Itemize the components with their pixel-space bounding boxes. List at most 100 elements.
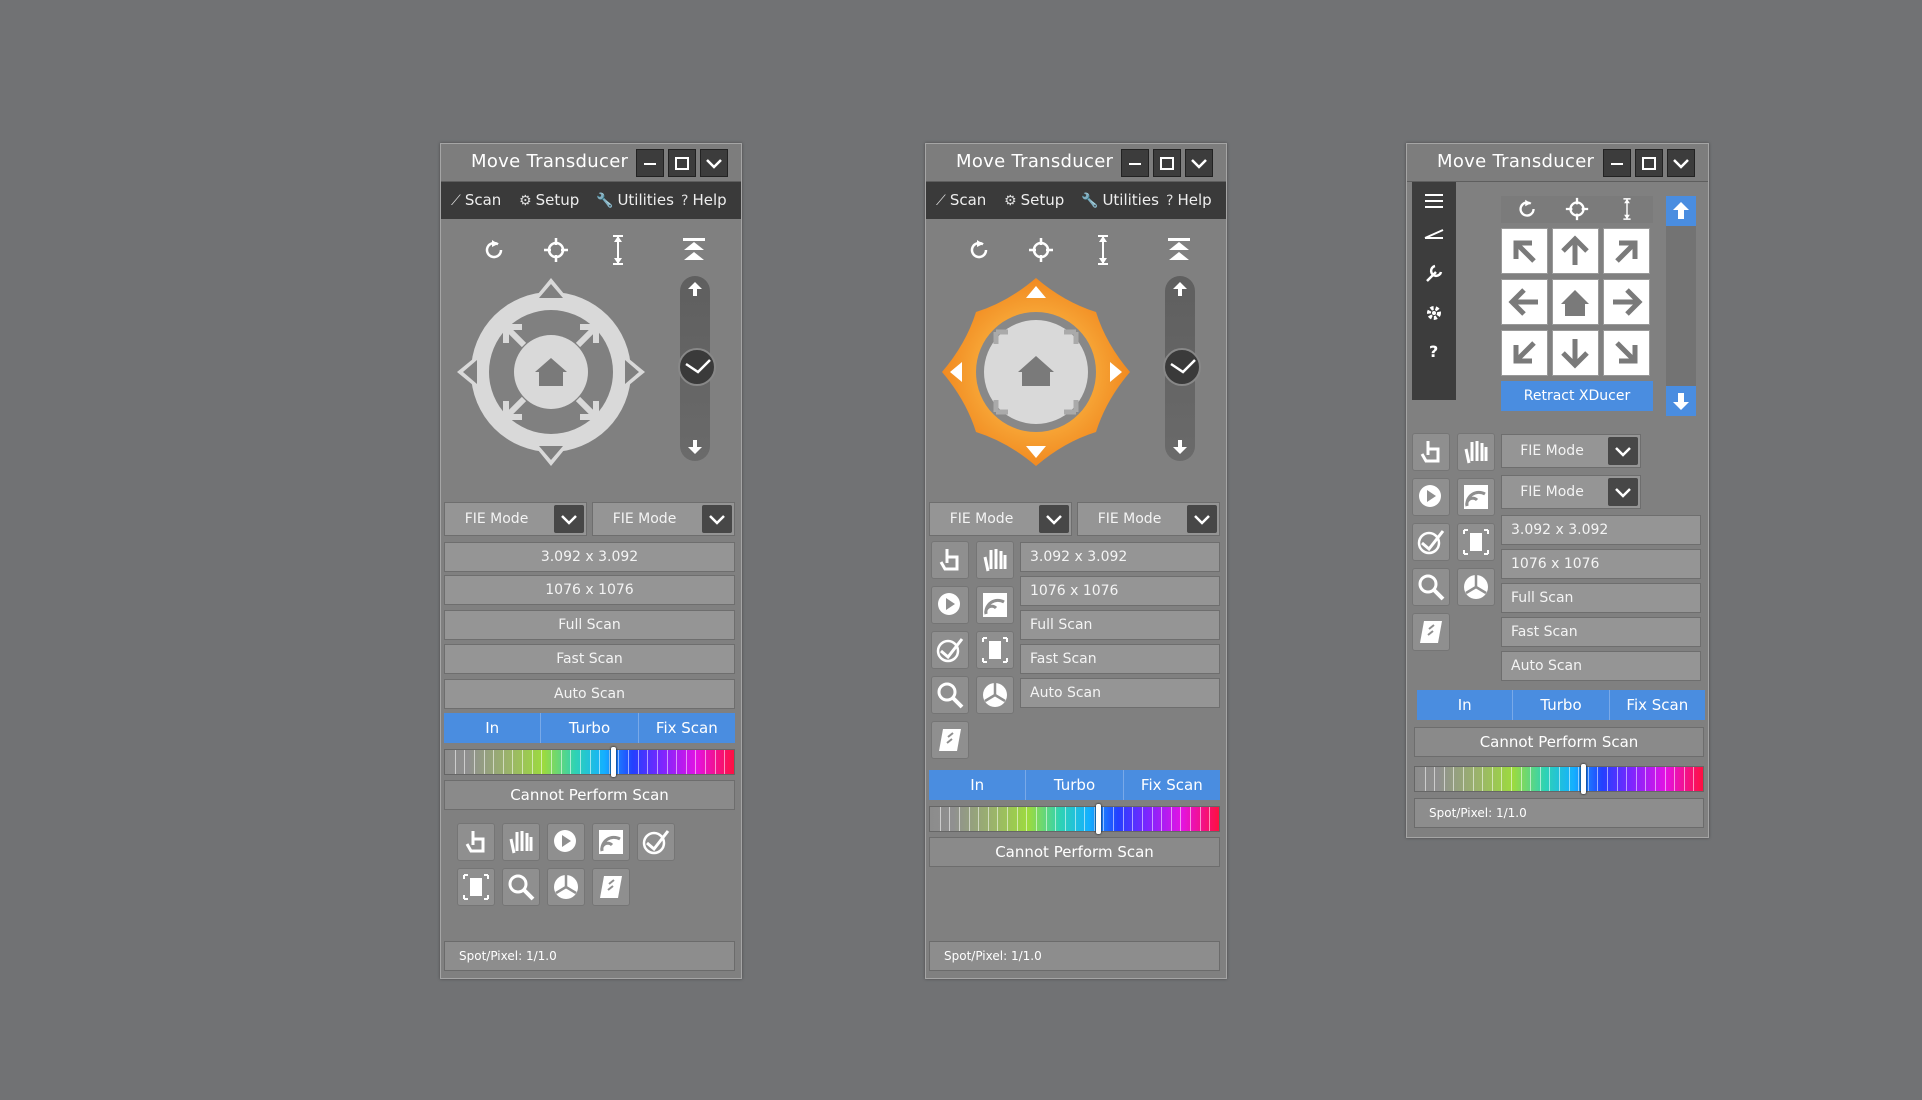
retract-top-icon[interactable] [1165, 236, 1193, 264]
joystick-control[interactable] [451, 272, 651, 472]
segment-turbo[interactable]: Turbo [1513, 690, 1610, 720]
minimize-button[interactable] [1603, 149, 1631, 177]
fast-scan-button[interactable]: Fast Scan [1020, 644, 1220, 674]
target-icon[interactable] [1564, 196, 1590, 222]
minimize-button[interactable] [1121, 149, 1149, 177]
segment-in[interactable]: In [929, 770, 1027, 800]
finger-touch-button[interactable] [457, 823, 495, 861]
signal-button[interactable] [1457, 478, 1495, 516]
menu-scan[interactable]: ⟋ Scan [451, 191, 501, 209]
move-down-left-button[interactable] [1501, 330, 1548, 376]
collapse-button[interactable] [1667, 149, 1695, 177]
menu-help[interactable]: ? Help [681, 191, 727, 209]
scan-size-field[interactable]: 3.092 x 3.092 [1501, 515, 1701, 545]
z-axis-icon[interactable] [1089, 232, 1117, 268]
color-scale-thumb[interactable] [611, 747, 616, 777]
z-slider[interactable] [1163, 276, 1201, 461]
maximize-button[interactable] [1153, 149, 1181, 177]
scan-size-field[interactable]: 3.092 x 3.092 [1020, 542, 1220, 572]
arrow-up-icon[interactable] [1171, 280, 1189, 298]
wrench-icon[interactable] [1423, 262, 1445, 284]
resolution-field[interactable]: 1076 x 1076 [444, 575, 735, 605]
segment-turbo[interactable]: Turbo [541, 713, 639, 743]
maximize-button[interactable] [1635, 149, 1663, 177]
z-down-button[interactable] [1666, 386, 1696, 416]
plane-check-button[interactable] [1412, 523, 1450, 561]
play-cursor-button[interactable] [931, 586, 969, 624]
arrow-down-icon[interactable] [686, 438, 704, 456]
auto-scan-button[interactable]: Auto Scan [1020, 678, 1220, 708]
pie-button[interactable] [547, 868, 585, 906]
fast-scan-button[interactable]: Fast Scan [1501, 617, 1701, 647]
rotate-icon[interactable] [966, 236, 994, 264]
signal-button[interactable] [976, 586, 1014, 624]
collapse-button[interactable] [700, 149, 728, 177]
color-scale-bar[interactable] [444, 747, 735, 777]
fie-mode-dropdown-2[interactable]: FIE Mode [592, 502, 735, 536]
fie-mode-dropdown-1[interactable]: FIE Mode [929, 502, 1072, 536]
segment-turbo[interactable]: Turbo [1026, 770, 1124, 800]
full-scan-button[interactable]: Full Scan [1020, 610, 1220, 640]
joystick-control-active[interactable] [936, 272, 1136, 472]
menu-utilities[interactable]: 🔧 Utilities [1081, 191, 1159, 209]
move-down-button[interactable] [1552, 330, 1599, 376]
hand-button[interactable] [502, 823, 540, 861]
target-icon[interactable] [542, 236, 570, 264]
pie-button[interactable] [976, 676, 1014, 714]
move-left-button[interactable] [1501, 279, 1548, 325]
fie-mode-dropdown-1[interactable]: FIE Mode [1501, 434, 1641, 468]
fie-mode-dropdown-1[interactable]: FIE Mode [444, 502, 587, 536]
book-button[interactable] [931, 721, 969, 759]
color-scale-thumb[interactable] [1581, 764, 1586, 794]
hand-button[interactable] [1457, 433, 1495, 471]
question-icon[interactable]: ? [1423, 340, 1445, 362]
hamburger-icon[interactable] [1423, 190, 1445, 212]
pie-button[interactable] [1457, 568, 1495, 606]
finger-touch-button[interactable] [1412, 433, 1450, 471]
resolution-field[interactable]: 1076 x 1076 [1020, 576, 1220, 606]
minimize-button[interactable] [636, 149, 664, 177]
gear-icon[interactable] [1423, 302, 1445, 324]
auto-scan-button[interactable]: Auto Scan [1501, 651, 1701, 681]
book-button[interactable] [592, 868, 630, 906]
play-cursor-button[interactable] [547, 823, 585, 861]
segment-in[interactable]: In [444, 713, 542, 743]
fie-mode-dropdown-2[interactable]: FIE Mode [1077, 502, 1220, 536]
fie-mode-dropdown-2[interactable]: FIE Mode [1501, 475, 1641, 509]
book-button[interactable] [1412, 613, 1450, 651]
finger-touch-button[interactable] [931, 541, 969, 579]
frame-button[interactable] [457, 868, 495, 906]
move-right-button[interactable] [1603, 279, 1650, 325]
rotate-icon[interactable] [481, 236, 509, 264]
hand-button[interactable] [976, 541, 1014, 579]
zoom-button[interactable] [1412, 568, 1450, 606]
arrow-down-icon[interactable] [1171, 438, 1189, 456]
resolution-field[interactable]: 1076 x 1076 [1501, 549, 1701, 579]
retract-xducer-button[interactable]: Retract XDucer [1501, 381, 1653, 411]
signal-button[interactable] [592, 823, 630, 861]
segment-fix-scan[interactable]: Fix Scan [1610, 690, 1705, 720]
z-axis-icon[interactable] [604, 232, 632, 268]
play-cursor-button[interactable] [1412, 478, 1450, 516]
menu-setup[interactable]: ⚙ Setup [519, 191, 579, 209]
home-button[interactable] [1552, 279, 1599, 325]
slider-knob-icon[interactable] [1163, 348, 1201, 386]
z-slider[interactable] [678, 276, 716, 461]
color-scale-thumb[interactable] [1096, 804, 1101, 834]
collapse-button[interactable] [1185, 149, 1213, 177]
full-scan-button[interactable]: Full Scan [444, 610, 735, 640]
zoom-button[interactable] [502, 868, 540, 906]
z-up-button[interactable] [1666, 196, 1696, 226]
full-scan-button[interactable]: Full Scan [1501, 583, 1701, 613]
segment-fix-scan[interactable]: Fix Scan [1124, 770, 1220, 800]
scan-icon[interactable] [1423, 222, 1445, 244]
move-up-button[interactable] [1552, 228, 1599, 274]
color-scale-bar[interactable] [929, 804, 1220, 834]
plane-check-button[interactable] [637, 823, 675, 861]
menu-setup[interactable]: ⚙ Setup [1004, 191, 1064, 209]
segment-in[interactable]: In [1417, 690, 1514, 720]
frame-button[interactable] [1457, 523, 1495, 561]
menu-utilities[interactable]: 🔧 Utilities [596, 191, 674, 209]
frame-button[interactable] [976, 631, 1014, 669]
move-down-right-button[interactable] [1603, 330, 1650, 376]
